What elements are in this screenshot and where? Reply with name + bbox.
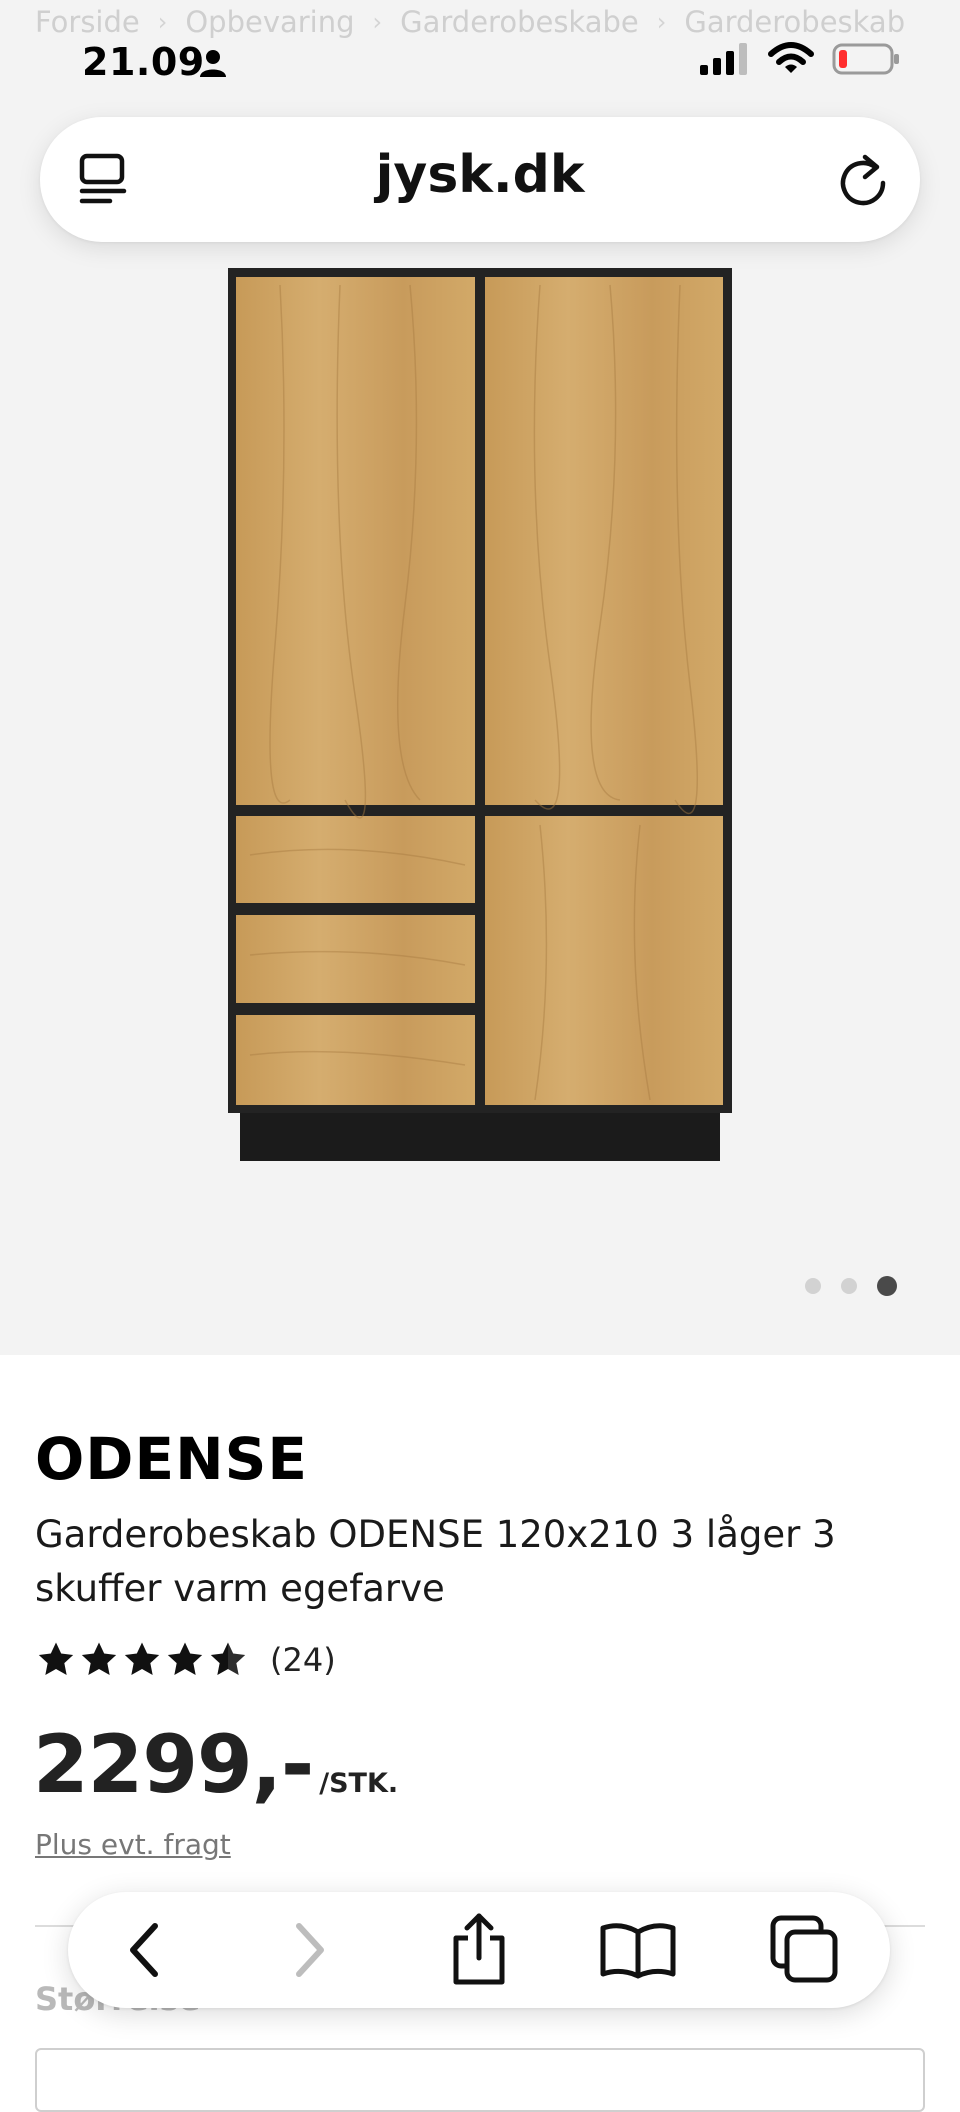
back-button[interactable] (90, 1892, 200, 2008)
star-icon (124, 1642, 160, 1675)
size-select[interactable] (35, 2048, 925, 2112)
product-description: Garderobeskab ODENSE 120x210 3 låger 3 s… (35, 1513, 836, 1610)
product-image[interactable] (220, 265, 740, 1165)
bookmarks-button[interactable] (583, 1892, 693, 2008)
status-bar: 21.09 (0, 0, 960, 110)
forward-icon (296, 1923, 324, 1977)
tabs-icon (770, 1915, 838, 1983)
share-button[interactable] (424, 1892, 534, 2008)
back-icon (130, 1923, 158, 1977)
carousel-dots[interactable] (805, 1276, 897, 1296)
star-half-icon (210, 1642, 246, 1675)
rating-stars (36, 1640, 248, 1680)
address-text[interactable]: jysk.dk (40, 145, 920, 205)
star-icon (81, 1642, 117, 1675)
carousel-dot[interactable] (805, 1278, 821, 1294)
price: 2299,- /STK. (33, 1718, 398, 1811)
shipping-link[interactable]: Plus evt. fragt (35, 1828, 231, 1861)
forward-button[interactable] (254, 1892, 364, 2008)
carousel-dot-active[interactable] (877, 1276, 897, 1296)
price-unit: /STK. (319, 1768, 399, 1799)
review-count[interactable]: (24) (270, 1641, 336, 1679)
share-icon (453, 1913, 505, 1985)
star-icon (38, 1642, 74, 1675)
tabs-button[interactable] (750, 1892, 860, 2008)
browser-toolbar (68, 1892, 890, 2008)
signal-icon (700, 43, 747, 75)
price-value: 2299,- (33, 1718, 314, 1811)
battery-low-icon (832, 43, 899, 75)
wifi-icon (768, 42, 814, 73)
status-time: 21.09 (82, 40, 205, 84)
status-icons (700, 42, 902, 76)
bookmarks-icon (600, 1923, 676, 1979)
person-icon (200, 50, 226, 77)
address-bar[interactable]: jysk.dk (40, 117, 920, 242)
reload-icon[interactable] (835, 147, 891, 211)
carousel-dot[interactable] (841, 1278, 857, 1294)
star-icon (167, 1642, 203, 1675)
product-title: ODENSE (35, 1425, 309, 1493)
product-rating[interactable]: (24) (36, 1640, 336, 1680)
